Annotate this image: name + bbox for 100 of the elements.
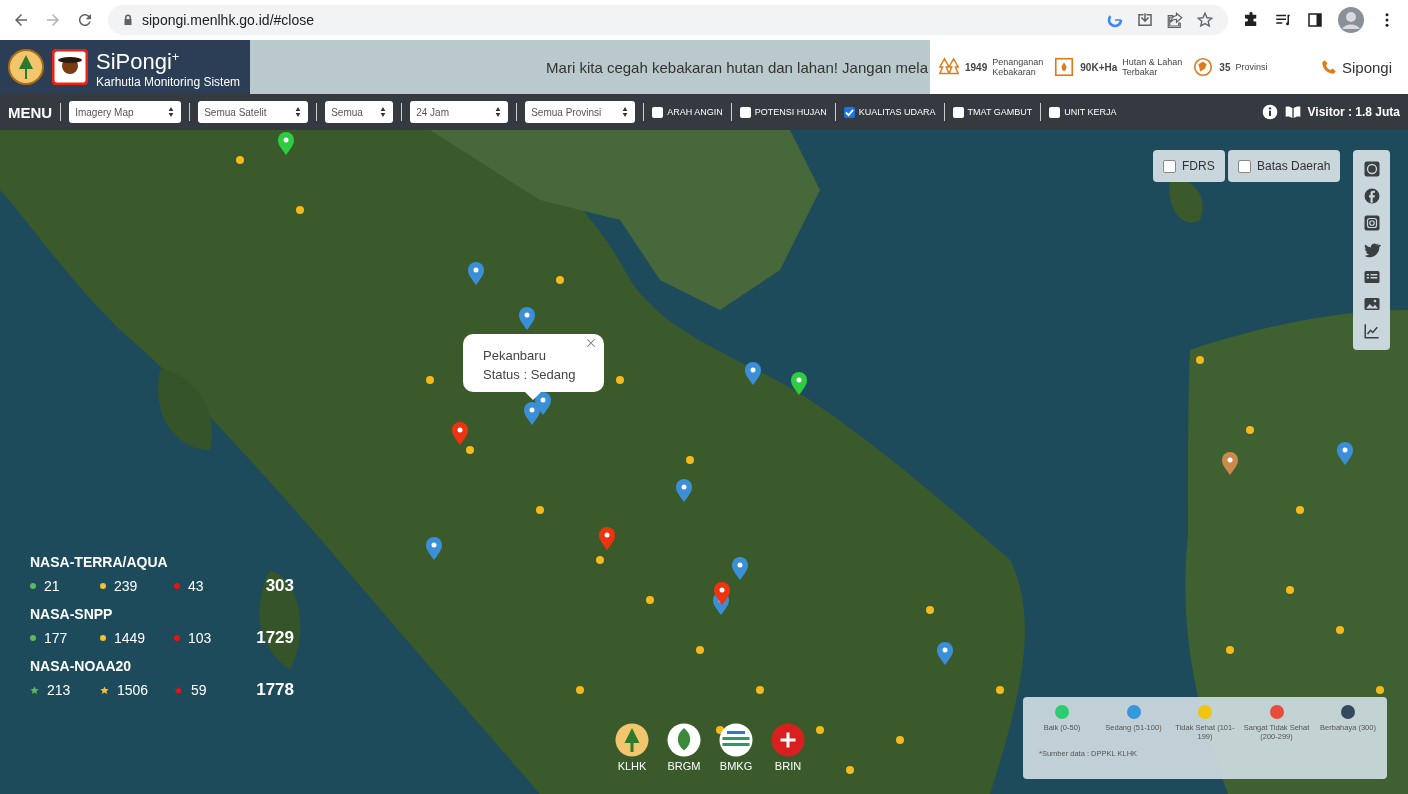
visitor-count: Visitor : 1.8 Juta	[1307, 105, 1400, 119]
checkbox-box[interactable]	[652, 106, 664, 118]
layer-checkbox[interactable]: TMAT GAMBUT	[952, 106, 1033, 118]
map-pin-icon[interactable]	[468, 262, 484, 285]
map-pin-icon[interactable]	[519, 307, 535, 330]
instagram-icon[interactable]	[1362, 214, 1381, 232]
agency-label[interactable]: BRGM	[667, 760, 701, 772]
menu-label[interactable]: MENU	[8, 103, 53, 121]
stat-label: Provinsi	[1235, 62, 1268, 72]
image-icon[interactable]	[1362, 295, 1381, 313]
hotspot-dot-icon[interactable]	[1296, 506, 1304, 514]
reload-icon[interactable]	[76, 11, 94, 29]
layer-checkbox[interactable]: POTENSI HUJAN	[739, 106, 827, 118]
map-pin-icon[interactable]	[937, 642, 953, 665]
hotspot-dot-icon[interactable]	[616, 376, 624, 384]
hotspot-dot-icon[interactable]	[466, 446, 474, 454]
hotspot-dot-icon[interactable]	[1226, 646, 1234, 654]
map-pin-icon[interactable]	[745, 362, 761, 385]
filter-select[interactable]: Semua Provinsi	[525, 101, 636, 123]
hotspot-dot-icon[interactable]	[236, 156, 244, 164]
hotspot-dot-icon[interactable]	[816, 726, 824, 734]
fdrs-toggle[interactable]: FDRS	[1153, 150, 1225, 182]
side-panel-icon[interactable]	[1306, 11, 1324, 29]
book-icon[interactable]	[1283, 104, 1302, 120]
hotspot-dot-icon[interactable]	[846, 766, 854, 774]
bird-icon[interactable]	[1362, 241, 1381, 259]
hotspot-count: 1449	[114, 630, 146, 646]
region-border-toggle[interactable]: Batas Daerah	[1228, 150, 1341, 182]
leaf-emblem-icon[interactable]	[666, 722, 702, 758]
contact-link[interactable]: Sipongi	[1341, 58, 1392, 76]
map-pin-icon[interactable]	[524, 402, 540, 425]
agency-label[interactable]: KLHK	[617, 760, 647, 772]
hotspot-dot-icon[interactable]	[1336, 626, 1344, 634]
address-bar[interactable]: sipongi.menlhk.go.id/#close	[108, 5, 1228, 35]
checkbox-box[interactable]	[1238, 159, 1251, 173]
checkbox-box[interactable]	[843, 106, 855, 118]
hotspot-dot-icon[interactable]	[576, 686, 584, 694]
hotspot-dot-icon[interactable]	[756, 686, 764, 694]
map-pin-icon[interactable]	[714, 582, 730, 605]
hotspot-dot-icon[interactable]	[1246, 426, 1254, 434]
close-icon[interactable]	[585, 338, 596, 348]
map-pin-icon[interactable]	[676, 479, 692, 502]
agency-label[interactable]: BRIN	[774, 760, 802, 772]
hotspot-total: 303	[264, 576, 294, 596]
filter-select[interactable]: 24 Jam	[410, 101, 509, 123]
info-icon[interactable]	[1261, 104, 1278, 120]
checkbox-box[interactable]	[739, 106, 751, 118]
stat-label: Penanganan Kebakaran	[992, 57, 1044, 77]
hotspot-dot-icon[interactable]	[1376, 686, 1384, 694]
hotspot-dot-icon[interactable]	[556, 276, 564, 284]
map-pin-icon[interactable]	[535, 392, 551, 415]
layer-checkbox[interactable]: KUALITAS UDARA	[843, 106, 936, 118]
facebook-icon[interactable]	[1362, 187, 1381, 205]
wave-emblem-icon[interactable]	[718, 722, 754, 758]
sort-caret-icon	[294, 106, 303, 118]
checkbox-box[interactable]	[1049, 106, 1061, 118]
map-pin-icon[interactable]	[1222, 452, 1238, 475]
news-list-icon[interactable]	[1362, 268, 1381, 286]
hotspot-dot-icon[interactable]	[296, 206, 304, 214]
hotspot-dot-icon[interactable]	[926, 606, 934, 614]
hotspot-dot-icon[interactable]	[1286, 586, 1294, 594]
star-icon[interactable]	[1196, 11, 1214, 29]
filter-select[interactable]: Imagery Map	[69, 101, 182, 123]
checkbox-box[interactable]	[1163, 159, 1176, 173]
layer-checkbox[interactable]: ARAH ANGIN	[652, 106, 723, 118]
whatsapp-icon[interactable]	[1362, 160, 1381, 178]
hotspot-dot-icon[interactable]	[686, 456, 694, 464]
cross-emblem-icon[interactable]	[770, 722, 806, 758]
share-icon[interactable]	[1166, 11, 1184, 29]
map-pin-icon[interactable]	[1337, 442, 1353, 465]
filter-select[interactable]: Semua Satelit	[198, 101, 309, 123]
hotspot-dot-icon[interactable]	[996, 686, 1004, 694]
stat-value: 90K+Ha	[1080, 61, 1118, 73]
filter-select[interactable]: Semua	[325, 101, 394, 123]
hotspot-dot-icon[interactable]	[896, 736, 904, 744]
map-pin-icon[interactable]	[426, 537, 442, 560]
sort-caret-icon	[167, 106, 176, 118]
hotspot-dot-icon[interactable]	[696, 646, 704, 654]
map-pin-icon[interactable]	[732, 557, 748, 580]
map-pin-icon[interactable]	[452, 422, 468, 445]
hotspot-dot-icon[interactable]	[1196, 356, 1204, 364]
download-icon[interactable]	[1136, 11, 1154, 29]
map-pin-icon[interactable]	[791, 372, 807, 395]
hotspot-dot-icon[interactable]	[596, 556, 604, 564]
hotspot-count: 21	[44, 578, 60, 594]
forest-emblem-icon[interactable]	[614, 722, 650, 758]
hotspot-dot-icon[interactable]	[426, 376, 434, 384]
map-pin-icon[interactable]	[278, 132, 294, 155]
avatar-icon[interactable]	[1338, 7, 1364, 33]
hotspot-dot-icon[interactable]	[716, 726, 724, 734]
agency-label[interactable]: BMKG	[719, 760, 753, 772]
hotspot-dot-icon[interactable]	[536, 506, 544, 514]
hotspot-count: 239	[114, 578, 138, 594]
map-pin-icon[interactable]	[599, 527, 615, 550]
satellite-name: NASA-TERRA/AQUA	[30, 554, 169, 570]
checkbox-box[interactable]	[952, 106, 964, 118]
chart-line-icon[interactable]	[1362, 322, 1381, 340]
layer-checkbox[interactable]: UNIT KERJA	[1049, 106, 1117, 118]
hotspot-dot-icon[interactable]	[646, 596, 654, 604]
lock-icon	[122, 14, 134, 26]
